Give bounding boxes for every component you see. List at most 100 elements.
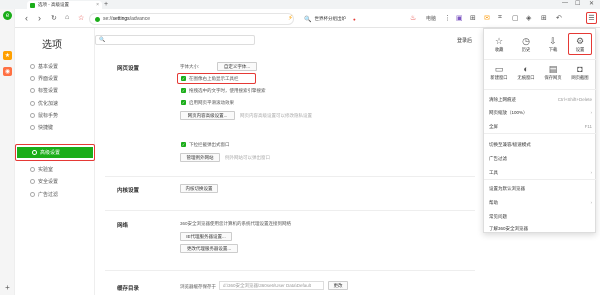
menu-item-zoom[interactable]: 网页缩放（100%） › (489, 110, 592, 116)
sidebar-item-basic[interactable]: 基本设置 (15, 61, 95, 72)
search-box[interactable]: 🔍 世界杯分组出炉 ● (304, 14, 444, 24)
option-drag-search: 拖拽选中的文字时，使用搜索引擎搜索 (189, 88, 266, 93)
content-settings-button[interactable]: 网页内容高级设置... (180, 111, 235, 120)
menu-new-window[interactable]: ▭ 新建窗口 (487, 64, 511, 81)
grid-icon[interactable]: ⊞ (470, 14, 476, 22)
save-icon: ▤ (548, 64, 558, 74)
new-tab-button[interactable]: + (104, 1, 108, 8)
sidebar-item-speed[interactable]: 优化加速 (15, 98, 95, 109)
title-bar: 选项 - 高级设置 × + — ☐ ✕ (0, 0, 600, 9)
secure-icon (95, 16, 100, 22)
menu-item-tools[interactable]: 工具 › (489, 170, 592, 176)
close-tab-icon[interactable]: × (96, 2, 99, 8)
pc-label[interactable]: 电脑 (426, 15, 436, 22)
menu-item-fullscreen[interactable]: 全屏 F11 (489, 124, 592, 130)
menu-screenshot[interactable]: ◘ 网页截图 (568, 64, 592, 81)
kernel-switch-button[interactable]: 内核切换设置 (180, 184, 218, 193)
download-icon: ⇩ (549, 36, 557, 46)
proxy-settings-button[interactable]: IE代理服务器设置... (180, 232, 232, 241)
checkbox-smooth-scroll[interactable]: ✓ (181, 100, 186, 105)
address-bar[interactable]: se://settings/advance (89, 13, 294, 25)
font-size-label: 字体大小: (180, 64, 200, 69)
url-text: se://settings/advance (103, 16, 150, 22)
sidebar-item-adblock[interactable]: 广告过滤 (15, 189, 95, 200)
chevron-right-icon: › (590, 200, 593, 205)
add-rail-icon[interactable]: + (3, 283, 12, 292)
quick-label: 网页截图 (571, 75, 589, 80)
menu-divider (484, 133, 597, 134)
camera-icon: ◘ (577, 64, 583, 74)
camera-icon[interactable]: ▢ (512, 14, 519, 22)
menu-item-adblock[interactable]: 广告过滤 (489, 156, 592, 162)
lab-icon (30, 167, 35, 172)
menu-item-default-browser[interactable]: 设置为默认浏览器 (489, 186, 592, 192)
tag-icon (30, 88, 35, 93)
minimize-button[interactable]: — (562, 0, 568, 6)
checkbox-drag-search[interactable]: ✓ (181, 88, 186, 93)
crop-icon[interactable]: ⌗ (498, 14, 502, 22)
forward-button[interactable]: › (38, 13, 41, 23)
weibo-rail-icon[interactable]: ◉ (3, 67, 12, 76)
quick-label: 保存网页 (544, 75, 562, 80)
menu-item-faq[interactable]: 常见问题 (489, 214, 592, 220)
custom-font-button[interactable]: 自定义字体... (217, 62, 257, 71)
grid-apps-icon[interactable]: ⊞ (541, 14, 547, 22)
shield-icon[interactable]: ◈ (526, 14, 531, 22)
favorite-star-icon[interactable]: ☆ (78, 14, 84, 22)
menu-downloads[interactable]: ⇩ 下载 (541, 36, 565, 53)
extension-icon[interactable]: ▣ (456, 14, 463, 22)
sidebar-item-shortcut[interactable]: 快捷键 (15, 122, 95, 133)
search-icon: 🔍 (99, 37, 106, 43)
checkbox-popup-block[interactable]: ✓ (181, 142, 186, 147)
browser-tab[interactable]: 选项 - 高级设置 × (27, 1, 102, 9)
option-popup-block: 下拉拦截弹出式窗口 (189, 142, 230, 147)
menu-item-help[interactable]: 帮助 › (489, 200, 592, 206)
manage-exceptions-button[interactable]: 管理例外网站 (180, 153, 220, 162)
sidebar-item-interface[interactable]: 界面设置 (15, 73, 95, 84)
change-cache-button[interactable]: 更改 (328, 281, 348, 290)
main-menu-button[interactable]: ☰ (586, 12, 597, 24)
refresh-icon[interactable]: ↻ (51, 14, 57, 22)
maximize-button[interactable]: ☐ (575, 0, 580, 7)
menu-divider (484, 59, 597, 60)
menu-favorites[interactable]: ☆ 收藏 (487, 36, 511, 53)
menu-item-clear-history[interactable]: 清除上网痕迹 Ctrl+Shift+Delete (489, 97, 592, 103)
menu-incognito[interactable]: ◐ 无痕窗口 (514, 64, 538, 81)
menu-save-page[interactable]: ▤ 保存网页 (541, 64, 565, 81)
chevron-right-icon: › (590, 110, 593, 115)
sidebar-item-label: 实验室 (38, 167, 54, 173)
menu-item-about[interactable]: 了解360安全浏览器 (489, 226, 592, 232)
menu-divider (484, 89, 597, 90)
login-link[interactable]: 登录后 (457, 37, 472, 44)
sidebar-item-security[interactable]: 安全设置 (15, 176, 95, 187)
favorite-rail-icon[interactable]: ★ (3, 51, 12, 60)
menu-history[interactable]: ◷ 历史 (514, 36, 538, 53)
lightning-icon[interactable]: ⚡ (288, 14, 293, 22)
highlight-frame (177, 73, 256, 84)
home-icon[interactable]: ⌂ (65, 14, 69, 21)
chevron-right-icon: › (590, 170, 593, 175)
option-smooth-scroll: 启用网页平滑滚动效果 (189, 100, 234, 105)
divider (105, 270, 475, 271)
search-icon: 🔍 (304, 16, 312, 23)
menu-item-label: 切换至兼容/极速模式 (489, 142, 531, 147)
hot-icon[interactable]: ♨ (410, 14, 416, 22)
side-rail: e ★ ◉ + (0, 9, 15, 295)
close-window-button[interactable]: ✕ (589, 0, 594, 7)
settings-search-input[interactable]: 🔍 (95, 35, 255, 45)
url-host: settings (112, 16, 130, 22)
back-button[interactable]: ‹ (25, 13, 28, 23)
sidebar-item-lab[interactable]: 实验室 (15, 164, 95, 175)
menu-item-label: 了解360安全浏览器 (489, 226, 529, 231)
sidebar-item-tabs[interactable]: 标签设置 (15, 85, 95, 96)
more-icon[interactable]: ⋮ (444, 14, 451, 22)
undo-icon[interactable]: ↶ (556, 14, 562, 22)
menu-item-compat-mode[interactable]: 切换至兼容/极速模式 (489, 142, 592, 148)
mail-icon[interactable]: ✉ (484, 14, 490, 22)
custom-proxy-button[interactable]: 更改代理服务器设置... (180, 244, 238, 253)
menu-item-label: 设置为默认浏览器 (489, 186, 525, 191)
menu-item-label: 帮助 (489, 200, 498, 205)
cache-path-field[interactable]: d:\360安全浏览器\360se6\User Data\Default (219, 281, 324, 290)
sidebar-item-label: 快捷键 (38, 125, 54, 131)
sidebar-item-gesture[interactable]: 鼠标手势 (15, 110, 95, 121)
